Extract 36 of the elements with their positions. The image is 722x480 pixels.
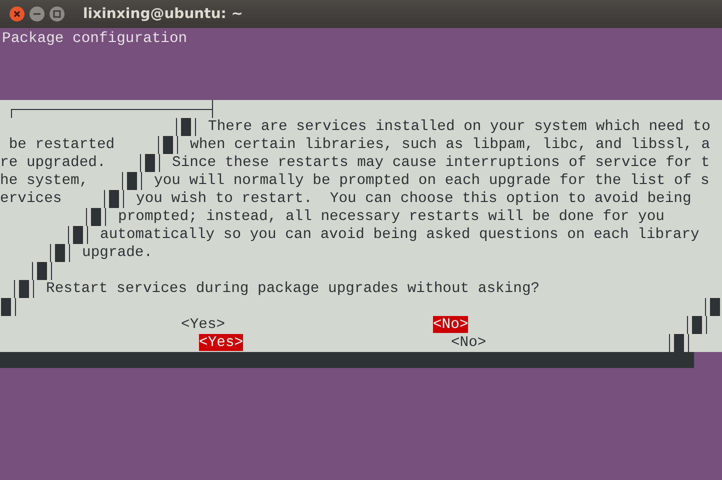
no-button[interactable]: <No> xyxy=(432,316,468,333)
glitch-bars-drawing xyxy=(67,226,89,244)
dialog-text-line: There are services installed on your system which need to xyxy=(208,118,710,136)
glitch-bars-drawing xyxy=(121,172,143,190)
glitch-bars-drawing xyxy=(85,208,107,226)
glitch-bars-drawing xyxy=(704,298,722,316)
dialog-text-line: when certain libraries, such as libpam, libc, and libssl, a xyxy=(190,136,710,154)
text-fragment: ervices xyxy=(0,190,62,208)
dialog-text-line: upgrade. xyxy=(82,244,153,262)
glitch-bars-drawing xyxy=(139,154,161,172)
glitch-bars-drawing xyxy=(31,262,53,280)
close-icon[interactable] xyxy=(9,6,25,22)
glitch-bars-drawing xyxy=(103,190,125,208)
minimize-icon[interactable] xyxy=(29,6,45,22)
glitch-bars-drawing xyxy=(175,118,197,136)
no-button[interactable]: <No> xyxy=(450,334,486,351)
text-fragment: he system, xyxy=(0,172,88,190)
dialog-text-line: Since these restarts may cause interruptions of service for t xyxy=(172,154,710,172)
dialog-text-line: automatically so you can avoid being asked questions on each library xyxy=(100,226,700,244)
yes-button[interactable]: <Yes> xyxy=(199,334,244,351)
dialog-question: Restart services during package upgrades without asking? xyxy=(46,280,540,298)
dialog-text-line: prompted; instead, all necessary restarts will be done for you xyxy=(118,208,664,226)
yes-button[interactable]: <Yes> xyxy=(181,316,226,333)
glitch-bars-drawing xyxy=(0,298,17,316)
text-fragment: re upgraded. xyxy=(0,154,106,172)
text-fragment: be restarted xyxy=(8,136,115,154)
glitch-bars-drawing xyxy=(668,334,690,352)
window-title: lixinxing@ubuntu: ~ xyxy=(83,6,243,22)
glitch-bars-drawing xyxy=(686,316,708,334)
glitch-bars-drawing xyxy=(49,244,71,262)
terminal-heading: Package configuration xyxy=(2,30,188,48)
dialog-text-line: you wish to restart. You can choose this option to avoid being xyxy=(136,190,692,208)
maximize-icon[interactable] xyxy=(49,6,65,22)
glitch-bars-drawing xyxy=(157,136,179,154)
glitch-bars-drawing xyxy=(13,280,35,298)
dialog-text-line: you will normally be prompted on each upgrade for the list of s xyxy=(154,172,710,190)
